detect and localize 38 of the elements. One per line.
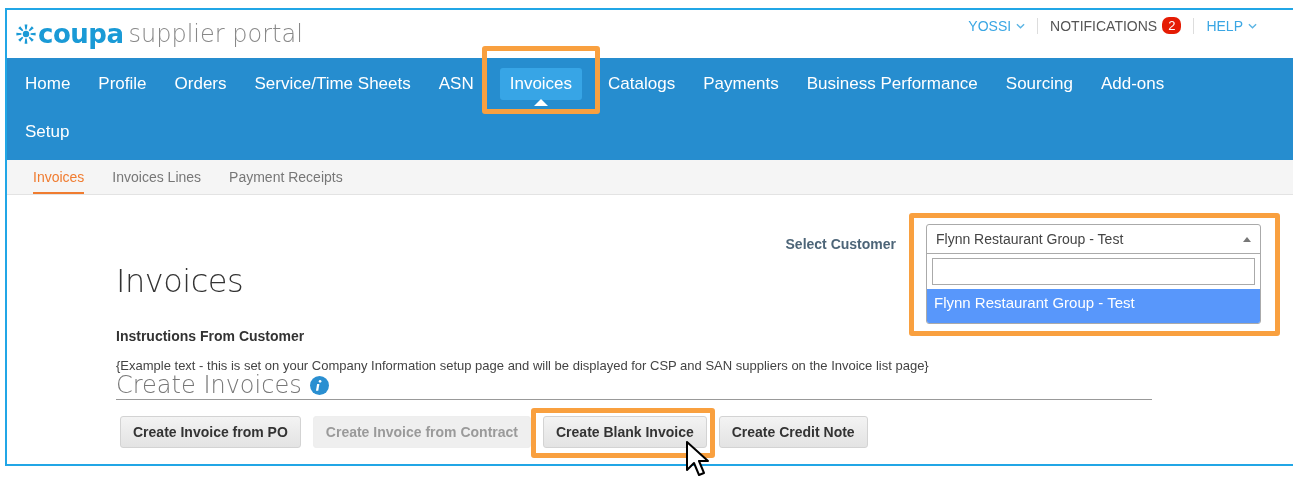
nav-tab[interactable]: Add-ons bbox=[1090, 68, 1175, 100]
nav-tab[interactable]: Orders bbox=[164, 68, 237, 100]
logo-product: supplier portal bbox=[128, 20, 303, 48]
instructions-text: {Example text - this is set on your Company Information setup page and will be displayed for CSP and SAN suppliers on the Invoice list page} bbox=[116, 358, 930, 373]
notifications-link[interactable]: NOTIFICATIONS bbox=[1050, 17, 1158, 34]
instructions-heading: Instructions From Customer bbox=[116, 328, 306, 344]
customer-dropdown[interactable]: Flynn Restaurant Group - Test Flynn Restaurant Group - Test bbox=[926, 224, 1261, 324]
dropdown-value: Flynn Restaurant Group - Test bbox=[936, 231, 1124, 247]
nav-tab[interactable]: Business Performance bbox=[796, 68, 988, 100]
notification-count: 2 bbox=[1162, 17, 1182, 34]
create-button[interactable]: Create Blank Invoice bbox=[543, 416, 707, 448]
help-menu[interactable]: HELP bbox=[1206, 17, 1257, 34]
create-button[interactable]: Create Credit Note bbox=[718, 416, 868, 448]
info-icon[interactable] bbox=[309, 375, 329, 395]
sub-tab[interactable]: Payment Receipts bbox=[229, 160, 343, 192]
sub-tab[interactable]: Invoices bbox=[33, 160, 85, 194]
search-field[interactable] bbox=[932, 258, 1255, 285]
active-pointer-icon bbox=[533, 99, 548, 106]
nav-tab[interactable]: Catalogs bbox=[598, 68, 686, 100]
chevron-down-icon bbox=[1248, 22, 1257, 29]
select-customer-label: Select Customer bbox=[785, 236, 896, 252]
sub-tab[interactable]: Invoices Lines bbox=[112, 160, 202, 192]
nav-tab[interactable]: Invoices bbox=[499, 68, 583, 100]
create-button[interactable]: Create Invoice from PO bbox=[120, 416, 301, 448]
nav-tab[interactable]: Profile bbox=[88, 68, 157, 100]
cursor-icon bbox=[686, 441, 710, 477]
dropdown-option[interactable]: Flynn Restaurant Group - Test bbox=[927, 289, 1260, 323]
snowflake-logo-icon bbox=[15, 23, 37, 45]
nav-tab[interactable]: Home bbox=[15, 68, 81, 100]
user-menu[interactable]: YOSSI bbox=[968, 17, 1026, 34]
page-title: Invoices bbox=[116, 262, 244, 300]
nav-tab[interactable]: Payments bbox=[693, 68, 789, 100]
chevron-down-icon bbox=[1016, 22, 1026, 29]
logo-brand: coupa bbox=[38, 19, 124, 49]
nav-tab[interactable]: Service/Time Sheets bbox=[244, 68, 421, 100]
nav-tab[interactable]: Sourcing bbox=[995, 68, 1083, 100]
nav-tab[interactable]: ASN bbox=[428, 68, 484, 100]
nav-tab[interactable]: Setup bbox=[15, 116, 80, 148]
